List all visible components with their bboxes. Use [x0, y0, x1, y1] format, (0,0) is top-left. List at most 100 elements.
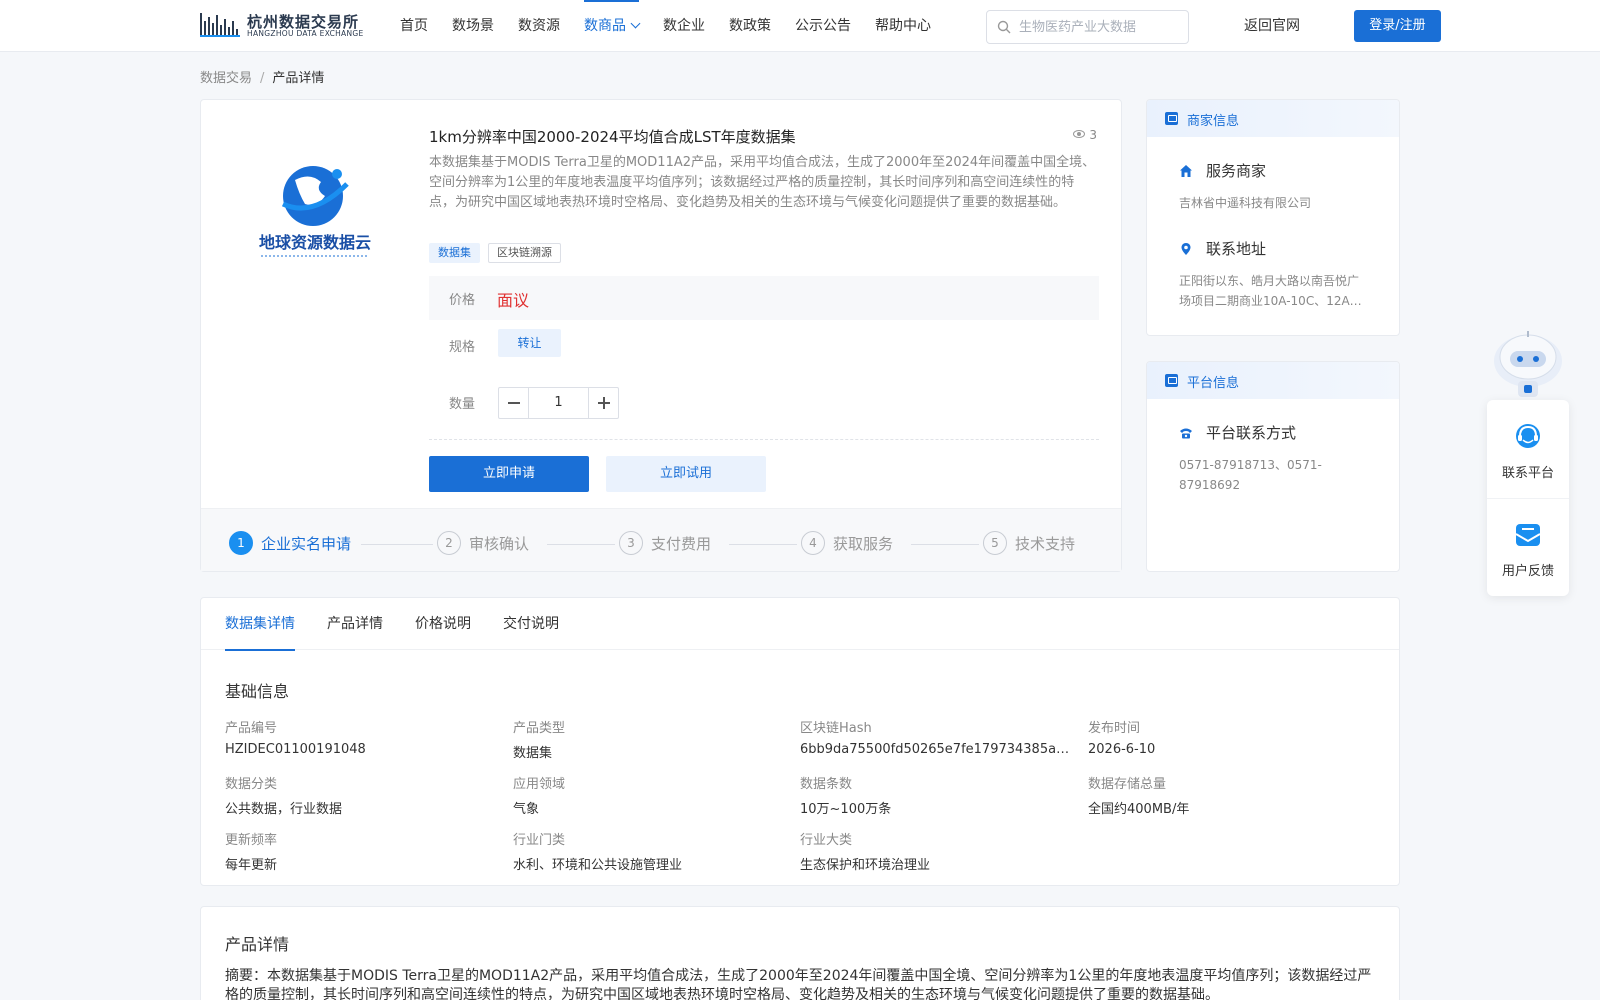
tab-price-info[interactable]: 价格说明	[415, 598, 471, 650]
apply-now-button[interactable]: 立即申请	[429, 456, 589, 492]
step-connector	[361, 544, 433, 545]
step-connector	[911, 544, 979, 545]
nav-item-products[interactable]: 数商品	[584, 0, 641, 52]
mail-feedback-icon	[1515, 524, 1541, 546]
nav-item-announcements[interactable]: 公示公告	[795, 0, 851, 52]
product-logo: 地球资源数据云	[259, 166, 371, 257]
tab-product-details[interactable]: 产品详情	[327, 598, 383, 650]
address-value: 正阳街以东、皓月大路以南吾悦广场项目二期商业10A-10C、12A…	[1179, 274, 1362, 308]
field-publish-date: 发布时间 2026-6-10	[1088, 717, 1358, 757]
product-tags: 数据集 区块链溯源	[429, 243, 569, 263]
field-value: 生态保护和环境治理业	[800, 858, 931, 873]
nav-item-enterprises[interactable]: 数企业	[663, 0, 705, 52]
logo-bars-icon	[200, 13, 240, 37]
field-value: 每年更新	[225, 858, 278, 873]
price-label: 价格	[449, 293, 476, 308]
step-number: 4	[801, 531, 825, 555]
breadcrumb-current: 产品详情	[272, 71, 325, 86]
nav-item-scenes[interactable]: 数场景	[452, 0, 494, 52]
price-value: 面议	[497, 291, 530, 310]
platform-card-title: 平台信息	[1187, 376, 1240, 391]
robot-assistant-icon[interactable]	[1488, 325, 1568, 401]
divider	[429, 439, 1099, 440]
field-storage-total: 数据存储总量 全国约400MB/年	[1088, 773, 1358, 817]
nav-item-policies[interactable]: 数政策	[729, 0, 771, 52]
field-data-category: 数据分类 公共数据，行业数据	[225, 773, 495, 817]
user-feedback-label: 用户反馈	[1501, 564, 1554, 579]
spec-option-transfer[interactable]: 转让	[498, 329, 561, 357]
contact-platform-label: 联系平台	[1501, 466, 1554, 481]
summary-text: 摘要：本数据集基于MODIS Terra卫星的MOD11A2产品，采用平均值合成…	[225, 968, 1372, 1000]
field-value: 公共数据，行业数据	[225, 802, 343, 817]
field-label: 数据存储总量	[1088, 777, 1167, 792]
detail-tabs: 数据集详情 产品详情 价格说明 交付说明	[201, 598, 1399, 651]
breadcrumb-root[interactable]: 数据交易	[200, 71, 252, 86]
step-label: 审核确认	[469, 534, 530, 553]
eye-icon	[1073, 130, 1086, 138]
spec-label: 规格	[449, 340, 476, 355]
platform-contact-title: 平台联系方式	[1179, 422, 1379, 443]
product-summary-card: 产品详情 摘要：本数据集基于MODIS Terra卫星的MOD11A2产品，采用…	[200, 906, 1400, 1000]
service-merchant-label: 服务商家	[1206, 162, 1267, 180]
step-4: 4 获取服务	[801, 531, 893, 555]
main-nav: 首页 数场景 数资源 数商品 数企业 数政策 公示公告 帮助中心	[400, 0, 955, 52]
tab-delivery-info[interactable]: 交付说明	[503, 598, 559, 650]
step-3: 3 支付费用	[619, 531, 711, 555]
field-update-frequency: 更新频率 每年更新	[225, 829, 495, 873]
product-card: 地球资源数据云 1km分辨率中国2000-2024平均值合成LST年度数据集 3…	[200, 99, 1122, 572]
tag-blockchain: 区块链溯源	[488, 243, 561, 263]
search-icon[interactable]	[997, 20, 1011, 34]
step-2: 2 审核确认	[437, 531, 529, 555]
step-number: 1	[229, 531, 253, 555]
nav-item-resources[interactable]: 数资源	[518, 0, 560, 52]
product-logo-text: 地球资源数据云	[259, 233, 371, 252]
view-count: 3	[1073, 128, 1097, 142]
field-label: 应用领域	[513, 777, 566, 792]
service-merchant-block: 服务商家 吉林省中遥科技有限公司	[1179, 160, 1369, 213]
field-industry-class: 行业大类 生态保护和环境治理业	[800, 829, 1070, 873]
service-merchant-title: 服务商家	[1179, 160, 1369, 181]
product-description: 本数据集基于MODIS Terra卫星的MOD11A2产品，采用平均值合成法，生…	[429, 155, 1096, 210]
field-value: 全国约400MB/年	[1088, 802, 1190, 817]
try-now-button[interactable]: 立即试用	[606, 456, 766, 492]
field-product-id: 产品编号 HZIDEC01100191048	[225, 717, 495, 757]
field-label: 行业大类	[800, 833, 853, 848]
step-label: 获取服务	[833, 534, 894, 553]
field-label: 数据分类	[225, 777, 278, 792]
chevron-down-icon	[630, 18, 641, 29]
nav-item-home[interactable]: 首页	[400, 0, 428, 52]
breadcrumb: 数据交易 / 产品详情	[200, 67, 324, 86]
nav-item-help[interactable]: 帮助中心	[875, 0, 931, 52]
field-label: 产品编号	[225, 721, 278, 736]
step-5: 5 技术支持	[983, 531, 1075, 555]
minus-icon[interactable]	[499, 388, 529, 418]
login-register-button[interactable]: 登录/注册	[1354, 10, 1441, 42]
field-value: 气象	[513, 802, 540, 817]
merchant-card-header: 商家信息	[1147, 100, 1399, 137]
headset-icon	[1516, 424, 1540, 448]
floating-panel: 联系平台 用户反馈	[1487, 400, 1569, 596]
field-application-domain: 应用领域 气象	[513, 773, 783, 817]
floating-divider	[1487, 498, 1569, 499]
step-connector	[729, 544, 797, 545]
address-title: 联系地址	[1179, 238, 1369, 259]
top-header: 杭州数据交易所 HANGZHOU DATA EXCHANGE 首页 数场景 数资…	[0, 0, 1600, 52]
step-label: 技术支持	[1015, 534, 1076, 553]
site-logo[interactable]: 杭州数据交易所 HANGZHOU DATA EXCHANGE	[200, 9, 364, 41]
user-feedback-button[interactable]: 用户反馈	[1487, 518, 1569, 579]
breadcrumb-separator: /	[260, 71, 265, 86]
merchant-info-icon	[1165, 112, 1178, 125]
step-number: 2	[437, 531, 461, 555]
summary-title: 产品详情	[225, 935, 290, 954]
platform-card-header: 平台信息	[1147, 362, 1399, 399]
contact-platform-button[interactable]: 联系平台	[1487, 420, 1569, 481]
search-input[interactable]	[1019, 11, 1184, 43]
platform-info-icon	[1165, 374, 1178, 387]
return-home-link[interactable]: 返回官网	[1244, 0, 1300, 52]
quantity-value[interactable]: 1	[529, 388, 588, 418]
address-label: 联系地址	[1206, 240, 1267, 258]
tab-dataset-details[interactable]: 数据集详情	[225, 598, 295, 651]
merchant-card-title: 商家信息	[1187, 114, 1240, 129]
field-value: 数据集	[513, 746, 553, 761]
plus-icon[interactable]	[588, 388, 618, 418]
